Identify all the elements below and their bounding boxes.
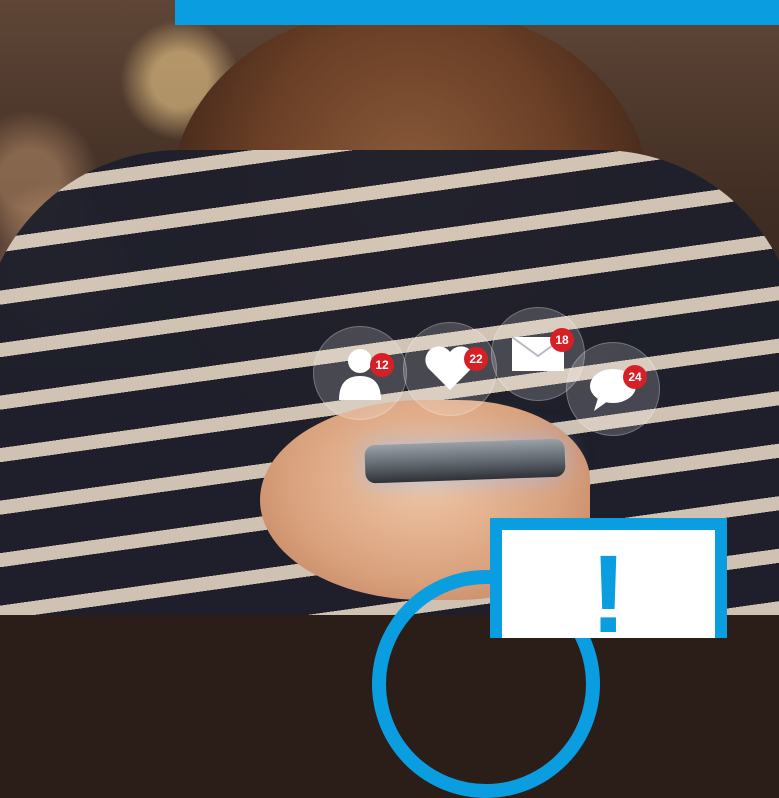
comment-notification: 24: [566, 342, 660, 436]
smartphone: [364, 438, 566, 484]
follower-notification: 12: [313, 326, 407, 420]
like-count-badge: 22: [464, 347, 488, 371]
alert-card: !: [490, 518, 727, 650]
exclamation-mark: !: [590, 533, 627, 656]
message-count-badge: 18: [550, 328, 574, 352]
comment-count-badge: 24: [623, 365, 647, 389]
top-banner: [175, 0, 779, 25]
follower-count-badge: 12: [370, 353, 394, 377]
like-notification: 22: [403, 322, 497, 416]
alert-card-inner: !: [502, 530, 715, 650]
